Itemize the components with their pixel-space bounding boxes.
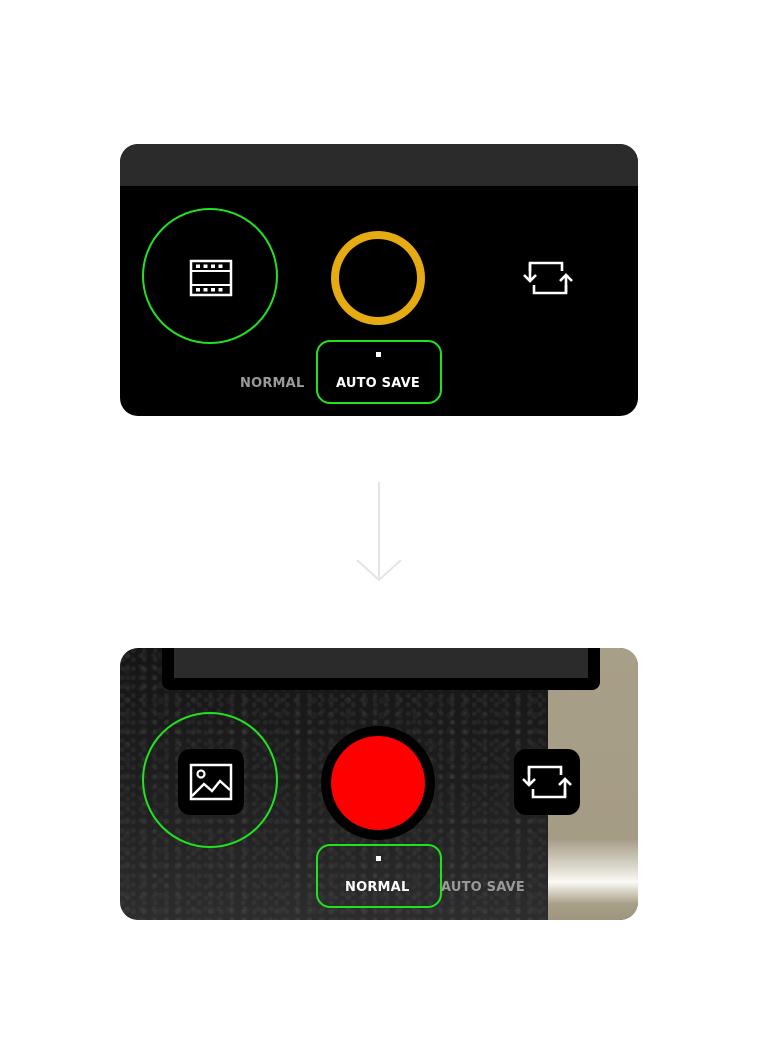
camera-panel-after: NORMAL AUTO SAVE	[120, 648, 638, 920]
gallery-image-icon	[189, 763, 233, 801]
camera-panel-before: NORMAL AUTO SAVE	[120, 144, 638, 416]
active-mode-highlight	[316, 844, 442, 908]
shutter-button[interactable]	[331, 736, 425, 830]
active-mode-highlight	[316, 340, 442, 404]
switch-camera-icon[interactable]	[518, 254, 578, 302]
top-bar	[120, 144, 638, 186]
active-mode-indicator	[376, 352, 381, 357]
mode-normal[interactable]: NORMAL	[240, 376, 304, 391]
active-mode-indicator	[376, 856, 381, 861]
top-bar	[174, 648, 588, 678]
shutter-button[interactable]	[331, 231, 425, 325]
switch-camera-button[interactable]	[514, 749, 580, 815]
gallery-button[interactable]	[178, 749, 244, 815]
mode-auto-save[interactable]: AUTO SAVE	[441, 880, 525, 895]
mode-normal[interactable]: NORMAL	[345, 880, 409, 895]
switch-camera-icon	[522, 765, 572, 799]
arrow-down-icon	[355, 480, 403, 589]
mode-auto-save[interactable]: AUTO SAVE	[336, 376, 420, 391]
film-strip-icon[interactable]	[186, 256, 236, 300]
